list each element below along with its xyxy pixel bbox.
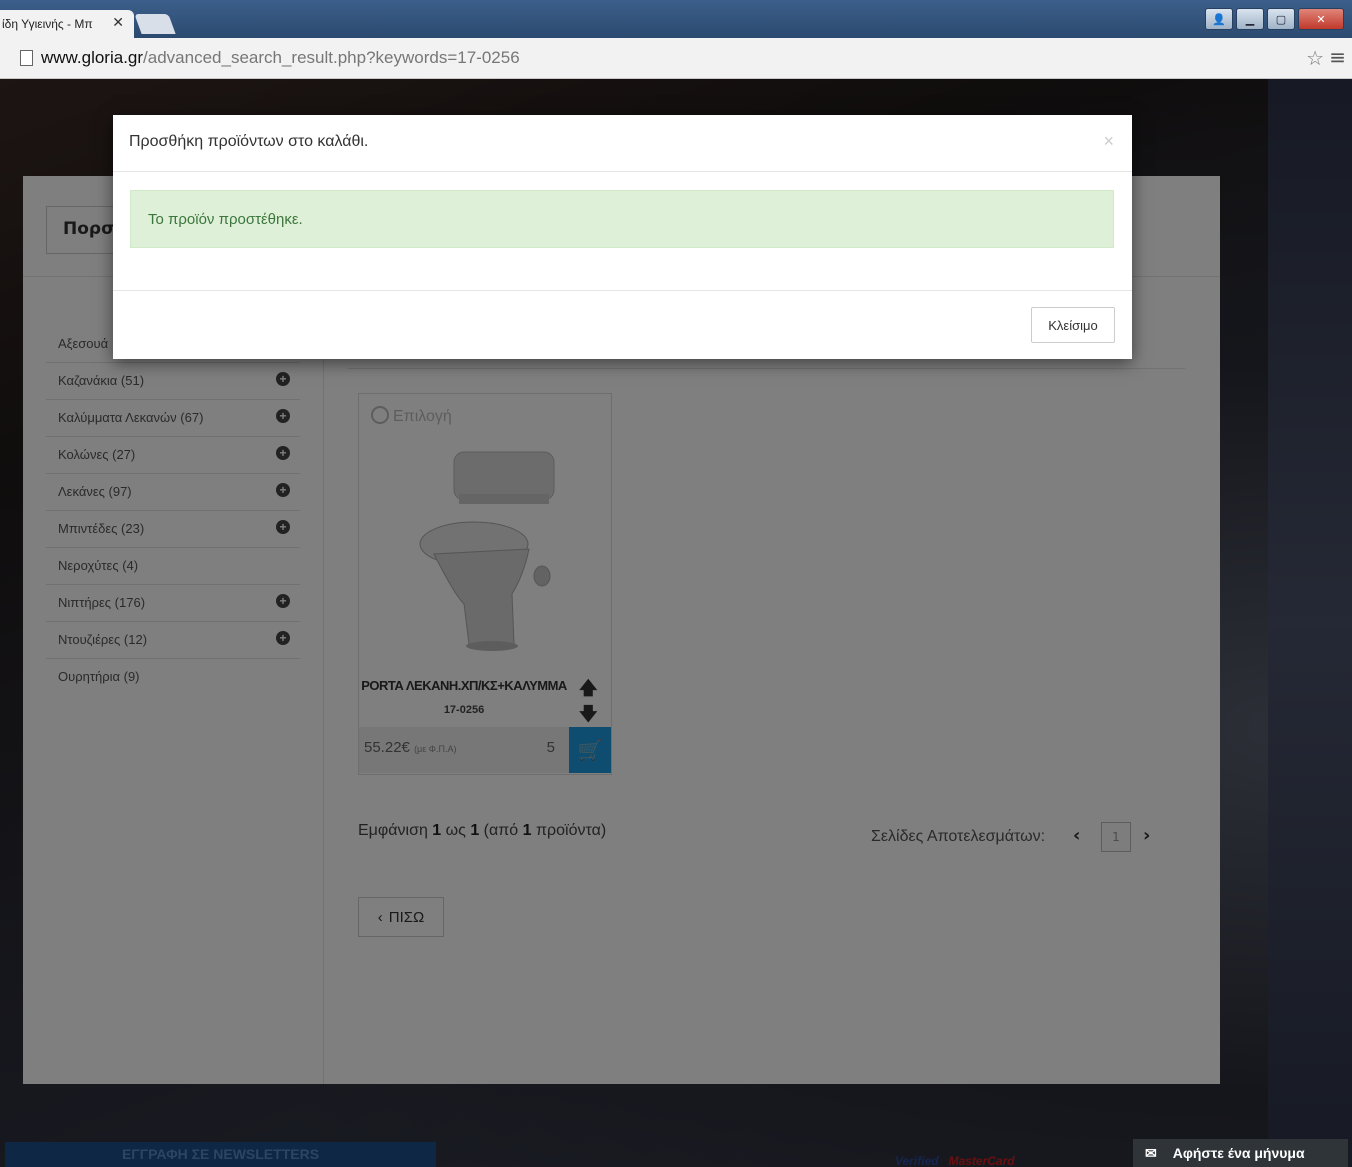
address-bar[interactable]: www.gloria.gr/advanced_search_result.php… — [0, 38, 1352, 79]
browser-tab[interactable]: ίδη Υγιεινής - Μπ ✕ — [0, 10, 134, 38]
tab-title: ίδη Υγιεινής - Μπ — [2, 17, 93, 31]
leave-message-button[interactable]: ✉ Αφήστε ένα μήνυμα — [1133, 1139, 1348, 1167]
window-controls: 👤 ▁ ▢ ✕ — [1205, 8, 1344, 30]
modal-title: Προσθήκη προϊόντων στο καλάθι. — [129, 133, 369, 150]
envelope-icon: ✉ — [1145, 1144, 1157, 1161]
url-field[interactable]: www.gloria.gr/advanced_search_result.php… — [41, 48, 520, 68]
tab-close-icon[interactable]: ✕ — [112, 14, 124, 31]
user-icon[interactable]: 👤 — [1205, 8, 1233, 30]
browser-tab-bar: ίδη Υγιεινής - Μπ ✕ 👤 ▁ ▢ ✕ — [0, 0, 1352, 38]
page-viewport: Πορσ Αξεσουά Καζανάκια (51)+ Καλύμματα Λ… — [0, 79, 1352, 1167]
close-icon[interactable]: × — [1103, 131, 1114, 152]
url-host: www.gloria.gr — [41, 48, 144, 67]
message-label: Αφήστε ένα μήνυμα — [1172, 1145, 1305, 1161]
close-button[interactable]: Κλείσιμο — [1031, 307, 1115, 343]
window-close-icon[interactable]: ✕ — [1298, 8, 1344, 30]
url-path: /advanced_search_result.php?keywords=17-… — [143, 48, 520, 67]
success-alert: Το προϊόν προστέθηκε. — [130, 190, 1114, 248]
divider — [113, 290, 1132, 291]
divider — [113, 171, 1132, 172]
maximize-icon[interactable]: ▢ — [1267, 8, 1295, 30]
bookmark-star-icon[interactable]: ☆ — [1306, 46, 1324, 70]
new-tab-button[interactable] — [134, 14, 176, 34]
minimize-icon[interactable]: ▁ — [1236, 8, 1264, 30]
page-icon — [20, 50, 33, 66]
menu-icon[interactable]: ≡ — [1329, 45, 1346, 69]
add-to-cart-modal: Προσθήκη προϊόντων στο καλάθι. × Το προϊ… — [113, 115, 1132, 359]
